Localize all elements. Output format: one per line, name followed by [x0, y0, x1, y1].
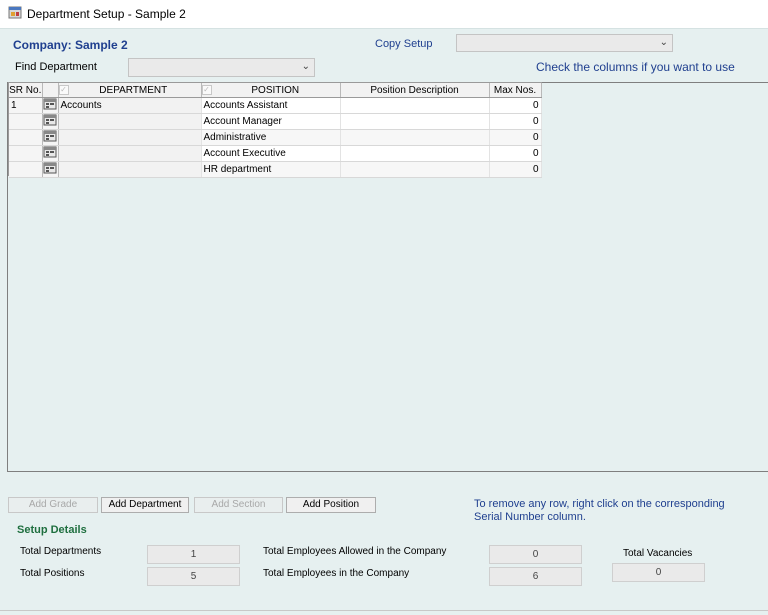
employees-allowed-label: Total Employees Allowed in the Company [263, 546, 447, 557]
window-title: Department Setup - Sample 2 [27, 7, 186, 21]
chevron-down-icon: ⌄ [301, 61, 310, 72]
row-max-nos[interactable]: 0 [489, 97, 542, 114]
col-position-description[interactable]: Position Description [340, 83, 490, 98]
row-department[interactable] [58, 161, 202, 178]
employees-in-company-value: 6 [489, 567, 582, 586]
setup-details-title: Setup Details [17, 524, 87, 536]
table-row[interactable]: 1 Accounts Accounts Assistant 0 [9, 97, 542, 114]
row-sr-no[interactable] [9, 145, 43, 162]
col-max-nos[interactable]: Max Nos. [489, 83, 542, 98]
bottom-divider [0, 610, 768, 611]
row-position[interactable]: Account Manager [201, 113, 341, 130]
row-max-nos[interactable]: 0 [489, 161, 542, 178]
row-sr-no[interactable]: 1 [9, 97, 43, 114]
title-bar: Department Setup - Sample 2 [0, 0, 768, 28]
add-position-button[interactable]: Add Position [286, 497, 376, 513]
window-app-icon [8, 6, 22, 20]
row-edit-icon[interactable] [42, 145, 59, 162]
company-name: Company: Sample 2 [13, 38, 128, 52]
position-column-checkbox[interactable]: ✓ [201, 84, 212, 95]
total-vacancies-label: Total Vacancies [623, 548, 693, 559]
employees-allowed-value: 0 [489, 545, 582, 564]
department-column-checkbox[interactable]: ✓ [58, 84, 69, 95]
row-edit-icon[interactable] [42, 161, 59, 178]
row-department[interactable]: Accounts [58, 97, 202, 114]
row-sr-no[interactable] [9, 129, 43, 146]
col-department-label: DEPARTMENT [99, 84, 168, 96]
row-position-description[interactable] [340, 129, 490, 146]
row-edit-icon[interactable] [42, 129, 59, 146]
row-sr-no[interactable] [9, 113, 43, 130]
row-position[interactable]: Accounts Assistant [201, 97, 341, 114]
row-department[interactable] [58, 113, 202, 130]
row-edit-icon[interactable] [42, 97, 59, 114]
row-position[interactable]: Administrative [201, 129, 341, 146]
table-row[interactable]: Account Executive 0 [9, 145, 542, 162]
col-sr-no[interactable]: SR No. [9, 83, 43, 98]
total-positions-label: Total Positions [20, 568, 85, 579]
copy-setup-dropdown[interactable]: ⌄ [456, 34, 673, 52]
row-max-nos[interactable]: 0 [489, 129, 542, 146]
col-row-icon [42, 83, 59, 98]
row-position-description[interactable] [340, 161, 490, 178]
add-department-button[interactable]: Add Department [101, 497, 189, 513]
total-vacancies-value: 0 [612, 563, 705, 582]
chevron-down-icon: ⌄ [659, 37, 668, 48]
row-position-description[interactable] [340, 113, 490, 130]
table-row[interactable]: HR department 0 [9, 161, 542, 178]
total-positions-value: 5 [147, 567, 240, 586]
table-row[interactable]: Account Manager 0 [9, 113, 542, 130]
col-position[interactable]: ✓ POSITION [201, 83, 341, 98]
find-department-dropdown[interactable]: ⌄ [128, 58, 315, 77]
total-departments-label: Total Departments [20, 546, 102, 557]
row-position-description[interactable] [340, 145, 490, 162]
row-department[interactable] [58, 129, 202, 146]
department-grid: SR No. ✓ DEPARTMENT ✓ POSITION Position … [8, 82, 542, 178]
row-edit-icon[interactable] [42, 113, 59, 130]
row-department[interactable] [58, 145, 202, 162]
col-position-label: POSITION [251, 84, 300, 96]
row-position[interactable]: HR department [201, 161, 341, 178]
employees-in-company-label: Total Employees in the Company [263, 568, 410, 579]
row-max-nos[interactable]: 0 [489, 113, 542, 130]
row-sr-no[interactable] [9, 161, 43, 178]
add-grade-button[interactable]: Add Grade [8, 497, 98, 513]
col-department[interactable]: ✓ DEPARTMENT [58, 83, 202, 98]
total-departments-value: 1 [147, 545, 240, 564]
remove-row-note: To remove any row, right click on the co… [474, 498, 725, 523]
find-department-label: Find Department [15, 61, 97, 73]
grid-header-row: SR No. ✓ DEPARTMENT ✓ POSITION Position … [9, 83, 542, 98]
table-row[interactable]: Administrative 0 [9, 129, 542, 146]
copy-setup-label: Copy Setup [375, 38, 433, 50]
row-position-description[interactable] [340, 97, 490, 114]
row-position[interactable]: Account Executive [201, 145, 341, 162]
check-columns-note: Check the columns if you want to use [536, 60, 735, 74]
add-section-button[interactable]: Add Section [194, 497, 283, 513]
row-max-nos[interactable]: 0 [489, 145, 542, 162]
